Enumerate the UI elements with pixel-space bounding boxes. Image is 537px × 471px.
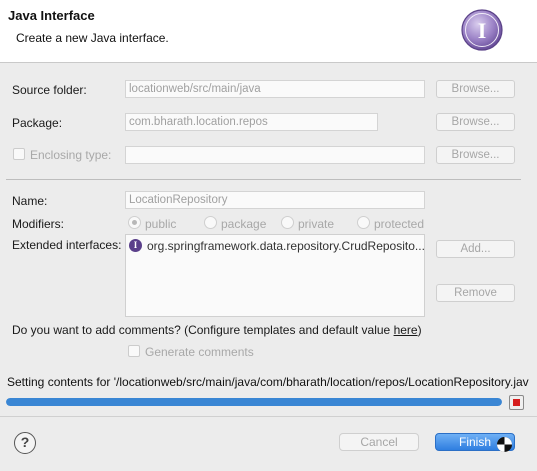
generate-comments-checkbox[interactable] (128, 345, 140, 357)
enclosing-type-checkbox[interactable] (13, 148, 25, 160)
package-input[interactable]: com.bharath.location.repos (125, 113, 378, 131)
modifier-package-label: package (221, 217, 267, 231)
modifier-protected-radio[interactable] (357, 216, 370, 229)
interface-wizard-icon: I (461, 9, 503, 51)
progress-bar (6, 398, 502, 406)
help-icon[interactable]: ? (14, 432, 36, 454)
comments-question: Do you want to add comments? (Configure … (12, 323, 422, 337)
interface-icon: I (129, 239, 142, 252)
enclosing-type-label: Enclosing type: (30, 148, 112, 162)
package-browse-button[interactable]: Browse... (436, 113, 515, 131)
wizard-subtitle: Create a new Java interface. (16, 31, 169, 45)
package-label: Package: (12, 116, 63, 130)
busy-cursor-icon (497, 437, 512, 452)
progress-fill (6, 398, 502, 406)
cancel-button[interactable]: Cancel (339, 433, 419, 451)
source-folder-label: Source folder: (12, 83, 87, 97)
extended-interfaces-list[interactable]: I org.springframework.data.repository.Cr… (125, 234, 425, 317)
status-text: Setting contents for '/locationweb/src/m… (7, 375, 529, 389)
list-item-label: org.springframework.data.repository.Crud… (147, 239, 425, 253)
interface-icon-letter: I (478, 18, 487, 43)
source-folder-input[interactable]: locationweb/src/main/java (125, 80, 425, 98)
list-item[interactable]: I org.springframework.data.repository.Cr… (129, 238, 425, 254)
modifier-private-radio[interactable] (281, 216, 294, 229)
generate-comments-label: Generate comments (145, 345, 254, 359)
modifier-private-label: private (298, 217, 335, 231)
modifier-public-radio[interactable] (128, 216, 141, 229)
modifier-package-radio[interactable] (204, 216, 217, 229)
name-label: Name: (12, 194, 48, 208)
extended-interfaces-label: Extended interfaces: (12, 238, 122, 252)
remove-interface-button[interactable]: Remove (436, 284, 515, 302)
comments-question-end: ) (417, 323, 422, 337)
separator (6, 179, 521, 180)
wizard-header: Java Interface Create a new Java interfa… (0, 0, 537, 63)
enclosing-type-browse-button[interactable]: Browse... (436, 146, 515, 164)
add-interface-button[interactable]: Add... (436, 240, 515, 258)
wizard-title: Java Interface (8, 8, 95, 23)
modifier-protected-label: protected (374, 217, 425, 231)
configure-templates-link[interactable]: here (394, 323, 418, 337)
modifiers-label: Modifiers: (12, 217, 65, 231)
source-folder-browse-button[interactable]: Browse... (436, 80, 515, 98)
comments-question-text: Do you want to add comments? (Configure … (12, 323, 394, 337)
modifier-public-label: public (145, 217, 177, 231)
enclosing-type-input[interactable] (125, 146, 425, 164)
stop-button[interactable] (509, 395, 524, 410)
name-input[interactable]: LocationRepository (125, 191, 425, 209)
